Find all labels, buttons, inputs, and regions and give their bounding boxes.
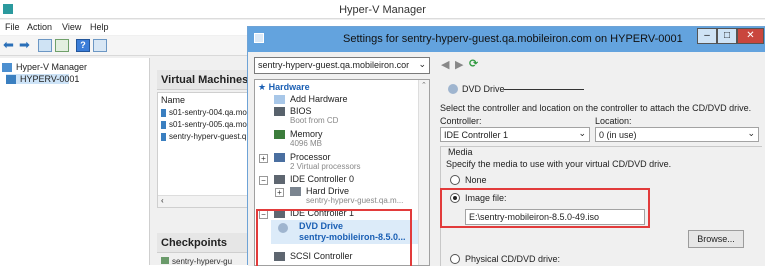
dvd-section-title: DVD Drive: [462, 84, 505, 94]
vm-selector-dropdown[interactable]: sentry-hyperv-guest.qa.mobileiron.cor ⌄: [254, 57, 430, 74]
menu-file[interactable]: File: [5, 22, 20, 32]
navigation-tree: Hyper-V Manager HYPERV-0001: [0, 58, 150, 265]
processor-icon: [274, 153, 285, 162]
table-row[interactable]: s01-sentry-005.qa.mo: [161, 120, 247, 129]
horizontal-scrollbar[interactable]: ‹: [158, 195, 248, 207]
bios-detail: Boot from CD: [290, 116, 339, 125]
media-instructions: Specify the media to use with your virtu…: [446, 159, 672, 169]
collapse-ide0-icon[interactable]: −: [259, 176, 268, 185]
tree-server-label: HYPERV-0001: [20, 74, 80, 84]
controller-value: IDE Controller 1: [444, 130, 509, 140]
hw-item-bios[interactable]: BIOS: [290, 106, 312, 116]
previous-arrow-icon[interactable]: ◀: [441, 58, 449, 71]
menu-action[interactable]: Action: [27, 22, 52, 32]
menu-view[interactable]: View: [62, 22, 81, 32]
minimize-button[interactable]: –: [697, 28, 717, 44]
none-label: None: [465, 175, 487, 185]
server-icon: [6, 75, 16, 84]
none-radio[interactable]: [450, 175, 460, 185]
dvd-drive-settings: DVD Drive Select the controller and loca…: [436, 79, 765, 266]
location-value: 0 (in use): [599, 130, 637, 140]
hw-item-hard-drive[interactable]: Hard Drive: [306, 186, 349, 196]
next-arrow-icon[interactable]: ▶: [455, 58, 463, 71]
bios-icon: [274, 107, 285, 116]
hw-item-add-hardware[interactable]: Add Hardware: [290, 94, 348, 104]
dialog-titlebar: Settings for sentry-hyperv-guest.qa.mobi…: [248, 27, 765, 52]
menu-help[interactable]: Help: [90, 22, 109, 32]
media-label: Media: [446, 147, 475, 157]
vm-list-name-header[interactable]: Name: [161, 95, 185, 105]
table-row[interactable]: s01-sentry-004.qa.mo: [161, 108, 247, 117]
table-row[interactable]: sentry-hyperv-guest.q: [161, 132, 246, 141]
vm-list: Name s01-sentry-004.qa.mo s01-sentry-005…: [157, 92, 249, 208]
checkpoints-header: Checkpoints: [157, 233, 249, 253]
highlight-box-image: [440, 188, 650, 228]
settings-app-icon: [254, 33, 264, 43]
hw-item-processor[interactable]: Processor: [290, 152, 331, 162]
settings-dialog: Settings for sentry-hyperv-guest.qa.mobi…: [247, 26, 765, 266]
apply-refresh-icon[interactable]: ⟳: [469, 57, 478, 70]
vm-selector-value: sentry-hyperv-guest.qa.mobileiron.cor: [258, 60, 410, 70]
hw-item-memory[interactable]: Memory: [290, 129, 323, 139]
forward-arrow-icon[interactable]: ➡: [19, 38, 33, 52]
dialog-title: Settings for sentry-hyperv-guest.qa.mobi…: [343, 33, 683, 45]
physical-drive-label: Physical CD/DVD drive:: [465, 254, 561, 264]
dialog-body: sentry-hyperv-guest.qa.mobileiron.cor ⌄ …: [248, 52, 765, 266]
close-button[interactable]: ✕: [737, 28, 764, 44]
hard-drive-icon: [290, 187, 301, 196]
ide-controller-icon: [274, 175, 285, 184]
hyperv-root-icon: [2, 63, 12, 72]
add-hardware-icon: [274, 95, 285, 104]
vm-icon: [161, 108, 166, 117]
scroll-up-icon[interactable]: ⌃: [421, 81, 427, 89]
tree-server[interactable]: HYPERV-0001: [6, 74, 79, 84]
hardware-section-header: ★ Hardware: [258, 82, 310, 93]
chevron-down-icon: ⌄: [578, 128, 586, 138]
help-icon[interactable]: ?: [76, 39, 90, 52]
memory-detail: 4096 MB: [290, 139, 323, 148]
vm-icon: [161, 132, 166, 141]
tree-root[interactable]: Hyper-V Manager: [2, 62, 87, 72]
browse-label: Browse...: [697, 234, 735, 244]
controller-instructions: Select the controller and location on th…: [440, 103, 752, 113]
manager-title: Hyper-V Manager: [339, 4, 426, 16]
center-pane: Virtual Machines Name s01-sentry-004.qa.…: [153, 58, 249, 266]
checkpoint-icon: [161, 257, 169, 264]
chevron-down-icon: ⌄: [747, 128, 755, 138]
location-dropdown[interactable]: 0 (in use) ⌄: [595, 127, 759, 142]
physical-drive-radio[interactable]: [450, 254, 460, 264]
back-arrow-icon[interactable]: ⬅: [3, 38, 17, 52]
location-label: Location:: [595, 116, 632, 126]
section-divider: [504, 89, 584, 90]
hw-item-ide-controller-0[interactable]: IDE Controller 0: [290, 174, 354, 184]
virtual-machines-header: Virtual Machines: [157, 70, 249, 90]
vm-name: s01-sentry-004.qa.mo: [169, 108, 247, 117]
vm-name: s01-sentry-005.qa.mo: [169, 120, 247, 129]
dvd-section-icon: [448, 84, 458, 94]
hardware-scrollbar[interactable]: ⌃: [418, 80, 429, 265]
manager-titlebar: Hyper-V Manager: [0, 0, 765, 19]
maximize-button[interactable]: □: [717, 28, 737, 44]
vm-name: sentry-hyperv-guest.q: [169, 132, 247, 141]
memory-icon: [274, 130, 285, 139]
expand-hard-drive-icon[interactable]: +: [275, 188, 284, 197]
action-pane-icon[interactable]: [93, 39, 107, 52]
processor-detail: 2 Virtual processors: [290, 162, 361, 171]
expand-processor-icon[interactable]: +: [259, 154, 268, 163]
controller-label: Controller:: [440, 116, 482, 126]
refresh-icon[interactable]: [55, 39, 69, 52]
hardware-header-label: Hardware: [268, 82, 310, 92]
chevron-down-icon: ⌄: [418, 59, 426, 69]
star-icon: ★: [258, 82, 267, 92]
hard-drive-detail: sentry-hyperv-guest.qa.m...: [306, 196, 404, 205]
controller-dropdown[interactable]: IDE Controller 1 ⌄: [440, 127, 590, 142]
browse-button[interactable]: Browse...: [688, 230, 744, 248]
show-tree-icon[interactable]: [38, 39, 52, 52]
vm-icon: [161, 120, 166, 129]
tree-root-label: Hyper-V Manager: [16, 62, 88, 72]
highlight-box-dvd: [256, 209, 412, 266]
